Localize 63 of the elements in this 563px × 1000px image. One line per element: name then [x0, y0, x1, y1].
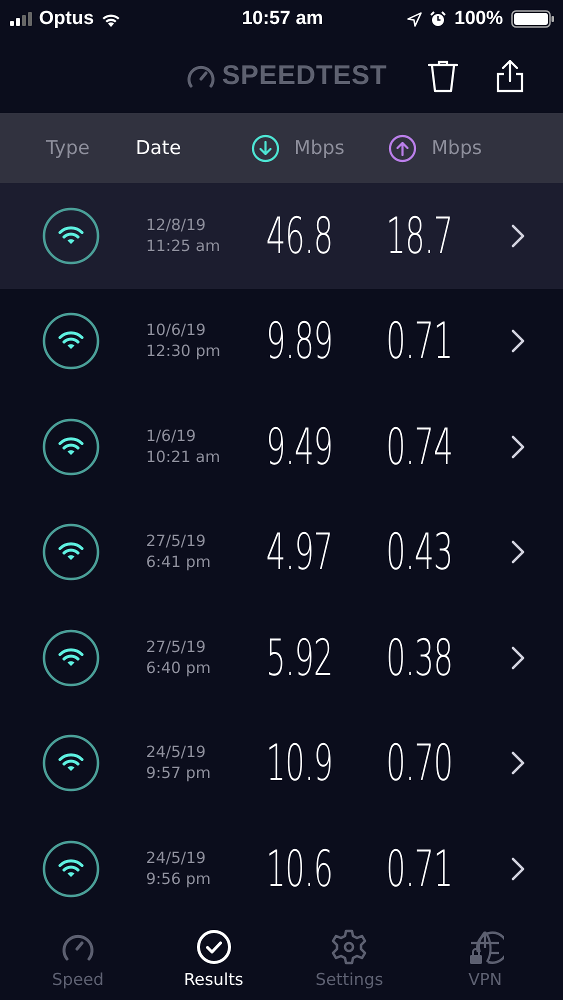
test-date: 24/5/19	[146, 742, 207, 764]
upload-icon	[388, 134, 418, 162]
wifi-icon	[100, 12, 121, 26]
chevron-right-icon	[511, 646, 525, 670]
test-time: 9:57 pm	[146, 763, 212, 784]
wifi-badge-icon	[42, 523, 100, 582]
tab-bar-item[interactable]: Results	[154, 920, 274, 1000]
chevron-right-icon	[511, 329, 525, 354]
wifi-badge-icon	[42, 206, 100, 265]
chevron-right-icon	[511, 856, 525, 881]
test-date: 24/5/19	[146, 848, 207, 869]
column-header[interactable]: Date	[136, 137, 182, 159]
battery-percent: 100%	[454, 8, 503, 30]
check-circle-icon	[194, 928, 233, 966]
upload-speed: 0.74	[386, 418, 453, 476]
signal-icon	[10, 12, 32, 26]
test-time: 6:41 pm	[146, 552, 212, 574]
upload-speed: 0.71	[386, 840, 453, 898]
wifi-badge-icon	[42, 312, 100, 370]
upload-speed: 0.43	[386, 523, 453, 582]
app-logo-text: SPEEDTEST	[222, 60, 387, 91]
column-header[interactable]: Mbps	[388, 134, 482, 162]
test-time: 11:25 am	[146, 236, 222, 257]
gear-icon	[330, 928, 368, 966]
battery-icon	[511, 10, 555, 28]
alarm-clock-icon	[430, 11, 446, 27]
download-speed: 46.8	[266, 206, 333, 265]
location-arrow-icon	[407, 12, 422, 26]
test-date: 27/5/19	[146, 636, 207, 658]
test-time: 6:40 pm	[146, 658, 212, 679]
upload-speed: 0.38	[386, 628, 453, 687]
wifi-badge-icon	[42, 418, 100, 476]
test-date: 12/8/19	[146, 214, 207, 236]
wifi-badge-icon	[42, 840, 100, 898]
share-button[interactable]	[495, 58, 525, 94]
column-header[interactable]: Type	[46, 137, 90, 159]
test-time: 10:21 am	[146, 446, 222, 468]
test-date: 1/6/19	[146, 426, 197, 447]
chevron-right-icon	[511, 540, 525, 564]
download-speed: 5.92	[266, 628, 333, 687]
wifi-badge-icon	[42, 628, 100, 687]
test-time: 12:30 pm	[146, 341, 222, 362]
download-icon	[251, 134, 280, 162]
column-header[interactable]: Mbps	[251, 134, 344, 162]
test-date: 27/5/19	[146, 531, 207, 552]
upload-speed: 0.70	[386, 734, 453, 792]
download-speed: 10.6	[266, 840, 333, 898]
gauge-icon	[186, 64, 216, 88]
download-speed: 10.9	[266, 734, 333, 792]
download-speed: 9.89	[266, 312, 333, 370]
clock-time: 10:57 am	[242, 8, 324, 30]
upload-speed: 0.71	[386, 312, 453, 370]
test-time: 9:56 pm	[146, 868, 212, 890]
chevron-right-icon	[511, 224, 525, 248]
chevron-right-icon	[511, 434, 525, 459]
test-date: 10/6/19	[146, 320, 207, 342]
carrier-name: Optus	[39, 8, 94, 30]
result-row[interactable]: 12/8/19 11:25 am 46.8 18.7	[0, 183, 563, 288]
download-speed: 9.49	[266, 418, 333, 476]
upload-speed: 18.7	[386, 206, 453, 265]
download-speed: 4.97	[266, 523, 333, 582]
chevron-right-icon	[511, 751, 525, 776]
wifi-badge-icon	[42, 734, 100, 792]
